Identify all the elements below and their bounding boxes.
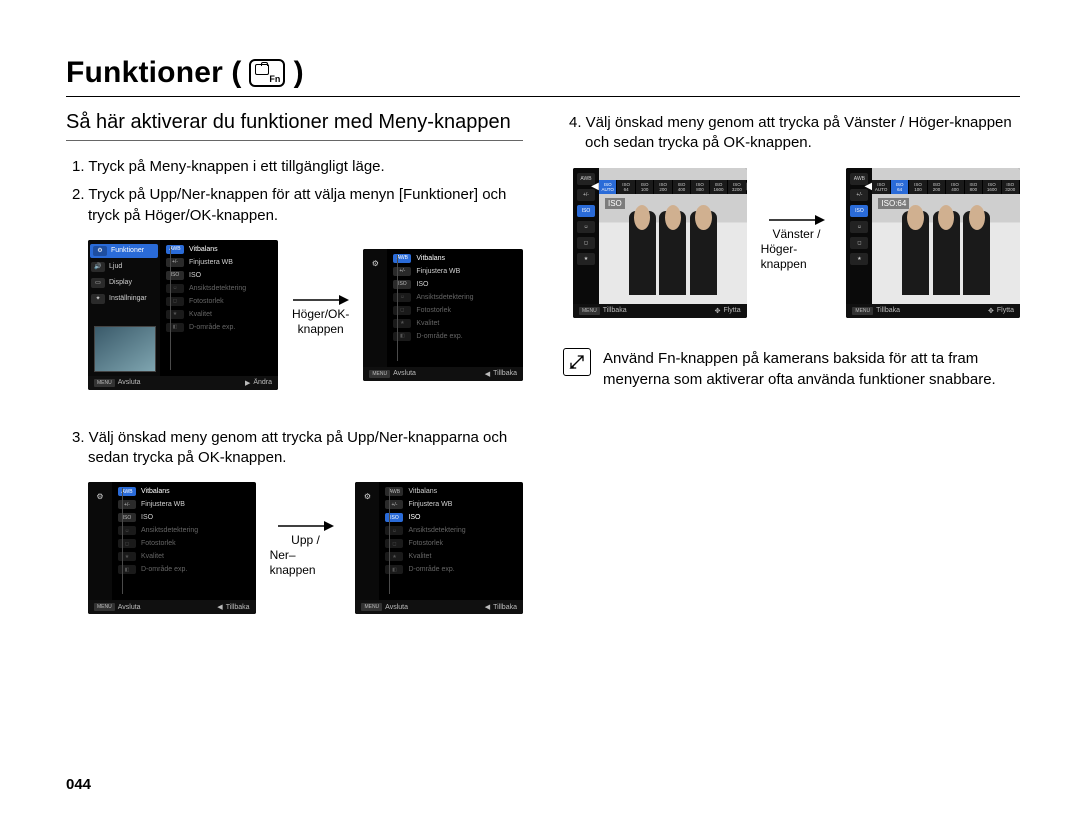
note-icon — [563, 348, 591, 376]
camera-screen-3: ⚙ AWBVitbalans +/-Finjustera WB ISOISO ☺… — [88, 482, 256, 614]
left-column: Så här aktiverar du funktioner med Meny-… — [66, 107, 523, 640]
step-3: 3. Välj önskad meny genom att trycka på … — [88, 428, 523, 469]
fn-icon-small: ⚙ — [96, 492, 103, 501]
menu-item-display: ▭Display — [88, 276, 160, 290]
right-column: 4. Välj önskad meny genom att trycka på … — [563, 107, 1020, 640]
note-text: Använd Fn-knappen på kamerans baksida fö… — [603, 348, 1020, 390]
arrow-right-icon — [278, 519, 334, 533]
step-1: 1. Tryck på Meny-knappen i ett tillgängl… — [88, 157, 523, 177]
step-4: 4. Välj önskad meny genom att trycka på … — [585, 113, 1020, 154]
figure-row-1: ⚙Funktioner 🔊Ljud ▭Display ✦Inställninga… — [88, 240, 523, 390]
menu-item-funktioner: ⚙Funktioner — [90, 244, 158, 258]
chevron-left-icon: ◀ — [591, 178, 599, 196]
menu-item-installningar: ✦Inställningar — [88, 292, 160, 306]
camera-screen-1: ⚙Funktioner 🔊Ljud ▭Display ✦Inställninga… — [88, 240, 278, 390]
paren-close: ) — [285, 56, 303, 90]
iso-label: ISO — [605, 198, 625, 209]
camera-screen-2: ⚙ AWBVitbalans +/-Finjustera WB ISOISO ☺… — [363, 249, 523, 381]
arrow-1-label: Höger/OK- knappen — [292, 293, 349, 337]
fn-icon-small: ⚙ — [364, 492, 371, 501]
note-row: Använd Fn-knappen på kamerans baksida fö… — [563, 348, 1020, 390]
chevron-left-icon: ◀ — [864, 178, 872, 196]
camera-screen-6: AWB +/- ISO ☺ ◻ ★ ◀ ISOAUTO — [846, 168, 1020, 318]
figure-row-3: AWB +/- ISO ☺ ◻ ★ ◀ ISOAUTO — [573, 168, 1020, 318]
section-subheading: Så här aktiverar du funktioner med Meny-… — [66, 111, 523, 141]
camera-screen-4: ⚙ AWBVitbalans +/-Finjustera WB ISOISO ☺… — [355, 482, 523, 614]
menu-item-ljud: 🔊Ljud — [88, 260, 160, 274]
page-title: Funktioner — [66, 56, 223, 90]
step-2: 2. Tryck på Upp/Ner-knappen för att välj… — [88, 185, 523, 226]
arrow-3-label: Vänster / Höger-knappen — [761, 213, 833, 272]
page-title-row: Funktioner ( Fn ) — [66, 56, 1020, 97]
paren-open: ( — [223, 56, 241, 90]
figure-row-2: ⚙ AWBVitbalans +/-Finjustera WB ISOISO ☺… — [88, 482, 523, 614]
fn-icon-small: ⚙ — [372, 259, 379, 268]
camera-screen-5: AWB +/- ISO ☺ ◻ ★ ◀ ISOAUTO — [573, 168, 747, 318]
preview-thumbnail — [94, 326, 156, 372]
arrow-right-icon — [293, 293, 349, 307]
fn-icon: Fn — [249, 59, 285, 87]
page-number: 044 — [66, 776, 91, 793]
arrow-right-icon — [769, 213, 825, 227]
iso-label-value: ISO:64 — [878, 198, 909, 209]
arrow-2-label: Upp / Ner–knappen — [270, 519, 342, 578]
